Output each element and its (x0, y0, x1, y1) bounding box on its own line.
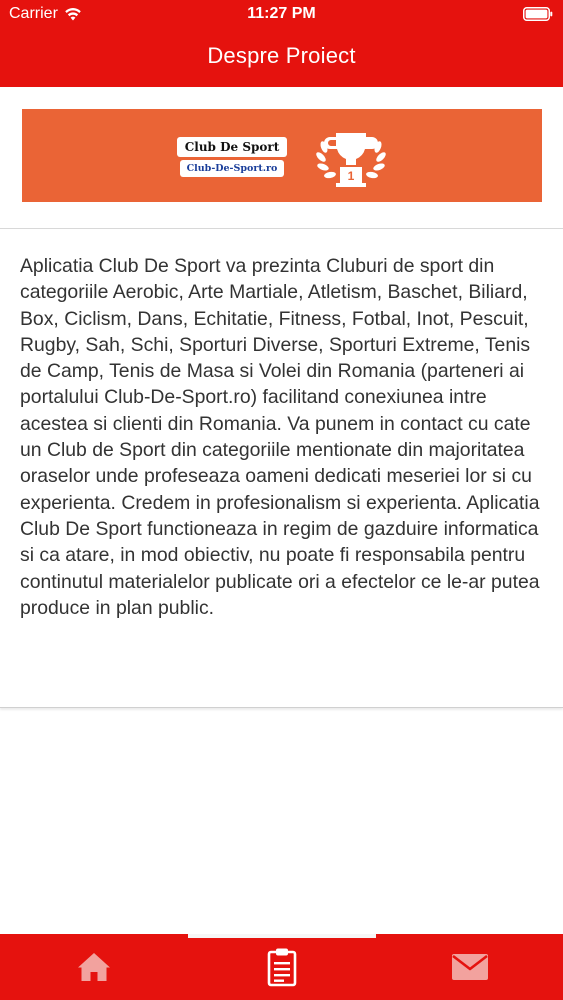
content-card: Aplicatia Club De Sport va prezinta Club… (0, 229, 563, 708)
tab-about[interactable] (188, 934, 375, 1000)
battery-icon (523, 7, 553, 21)
status-time: 11:27 PM (247, 5, 316, 22)
mail-icon (451, 954, 488, 980)
banner-section: Club De Sport Club-De-Sport.ro 1 (0, 87, 563, 229)
tab-bar (0, 934, 563, 1000)
club-banner: Club De Sport Club-De-Sport.ro 1 (22, 109, 542, 202)
trophy-number: 1 (348, 169, 355, 183)
page-title: Despre Proiect (207, 43, 356, 68)
club-logo: Club De Sport Club-De-Sport.ro (177, 137, 287, 183)
screen: Carrier 11:27 PM Despre Proiect Club De … (0, 0, 563, 1000)
logo-url: Club-De-Sport.ro (180, 160, 284, 177)
trophy-icon: 1 (316, 133, 386, 187)
home-icon (77, 953, 110, 981)
tab-home[interactable] (0, 934, 187, 1000)
selected-tab-indicator (188, 934, 376, 938)
clipboard-icon (267, 948, 296, 987)
logo-title: Club De Sport (177, 137, 287, 157)
status-bar: Carrier 11:27 PM (0, 0, 563, 30)
top-bar: Carrier 11:27 PM Despre Proiect (0, 0, 563, 87)
tab-contact[interactable] (376, 934, 563, 1000)
project-description: Aplicatia Club De Sport va prezinta Club… (20, 255, 540, 619)
